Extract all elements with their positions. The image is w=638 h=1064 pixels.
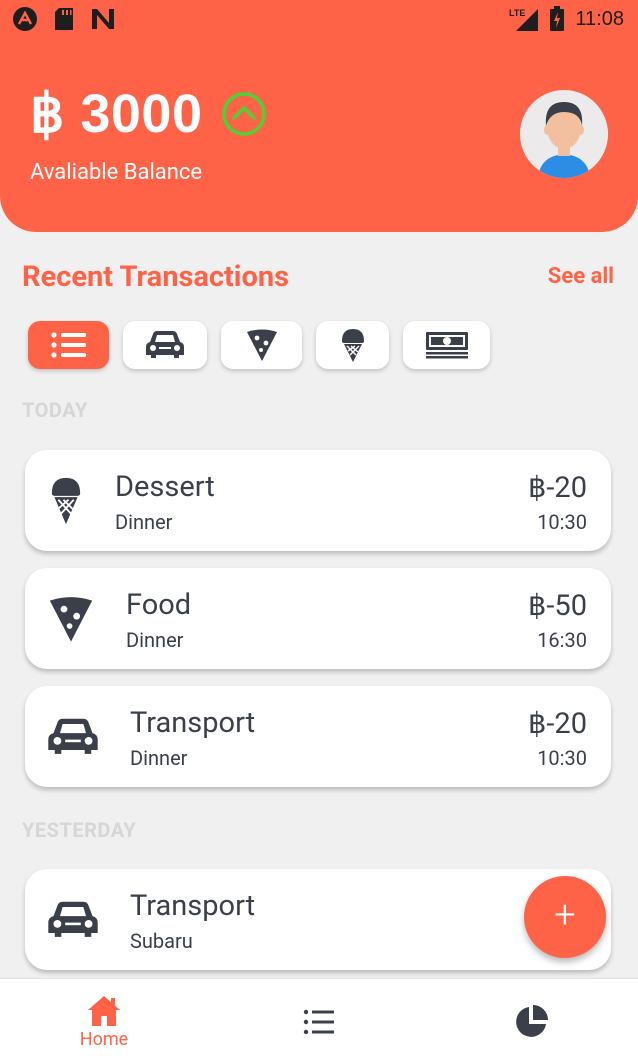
car-icon xyxy=(48,901,98,937)
ice-cream-icon xyxy=(341,329,364,362)
lte-signal-icon: LTE xyxy=(509,8,539,31)
plus-icon: + xyxy=(554,893,576,937)
car-icon xyxy=(48,718,98,754)
header-panel: LTE 11:08 ฿ 3000 Avaliable Balance xyxy=(0,0,638,232)
avatar[interactable] xyxy=(520,90,608,178)
status-time: 11:08 xyxy=(575,7,624,30)
filter-dessert-button[interactable] xyxy=(316,321,389,369)
nav-statistics[interactable] xyxy=(498,979,564,1064)
pizza-icon xyxy=(49,596,93,642)
nav-home[interactable]: Home xyxy=(64,979,144,1064)
transaction-time: 10:30 xyxy=(537,746,587,770)
list-icon xyxy=(50,332,86,358)
filter-all-button[interactable] xyxy=(28,321,109,369)
transaction-card[interactable]: Transport Dinner ฿-20 10:30 xyxy=(25,686,611,787)
nav-transactions[interactable] xyxy=(287,979,351,1064)
home-icon xyxy=(88,995,120,1026)
transaction-subtitle: Dinner xyxy=(115,510,173,534)
balance-amount: ฿ 3000 xyxy=(30,84,203,144)
sd-card-icon xyxy=(55,8,73,30)
status-bar: LTE 11:08 xyxy=(0,0,638,40)
add-transaction-button[interactable]: + xyxy=(524,876,606,958)
pizza-icon xyxy=(246,329,277,361)
group-label-today: TODAY xyxy=(22,398,88,422)
transaction-title: Transport xyxy=(130,889,256,923)
transaction-subtitle: Dinner xyxy=(130,746,188,770)
group-label-yesterday: YESTERDAY xyxy=(22,818,137,842)
n-notification-icon xyxy=(92,9,114,29)
chevron-up-circle-icon xyxy=(221,91,266,136)
svg-text:LTE: LTE xyxy=(509,8,525,18)
money-icon xyxy=(425,332,468,359)
bottom-navigation: Home xyxy=(0,978,638,1064)
filter-food-button[interactable] xyxy=(221,321,302,369)
transaction-title: Food xyxy=(126,588,192,622)
transaction-amount: ฿-20 xyxy=(527,707,587,741)
transaction-card[interactable]: Dessert Dinner ฿-20 10:30 xyxy=(25,450,611,551)
transaction-card[interactable]: Food Dinner ฿-50 16:30 xyxy=(25,568,611,669)
ice-cream-icon xyxy=(51,477,81,524)
see-all-link[interactable]: See all xyxy=(548,264,614,289)
filter-money-button[interactable] xyxy=(403,321,490,369)
transaction-subtitle: Subaru xyxy=(130,929,193,953)
car-icon xyxy=(146,331,184,358)
transaction-title: Transport xyxy=(130,706,256,740)
transaction-time: 16:30 xyxy=(537,628,587,652)
transaction-amount: ฿-20 xyxy=(527,471,587,505)
pie-chart-icon xyxy=(516,1005,548,1037)
list-icon xyxy=(303,1009,334,1035)
nav-home-label: Home xyxy=(79,1028,129,1050)
user-avatar-icon xyxy=(520,90,608,178)
category-filters xyxy=(28,321,490,369)
transaction-subtitle: Dinner xyxy=(126,628,184,652)
transaction-amount: ฿-50 xyxy=(527,589,587,623)
app-notification-icon xyxy=(13,7,37,31)
recent-transactions-title: Recent Transactions xyxy=(22,260,289,294)
filter-transport-button[interactable] xyxy=(123,321,207,369)
battery-icon xyxy=(550,6,565,31)
transaction-title: Dessert xyxy=(115,470,215,504)
transaction-time: 10:30 xyxy=(537,510,587,534)
balance-label: Avaliable Balance xyxy=(30,160,203,185)
